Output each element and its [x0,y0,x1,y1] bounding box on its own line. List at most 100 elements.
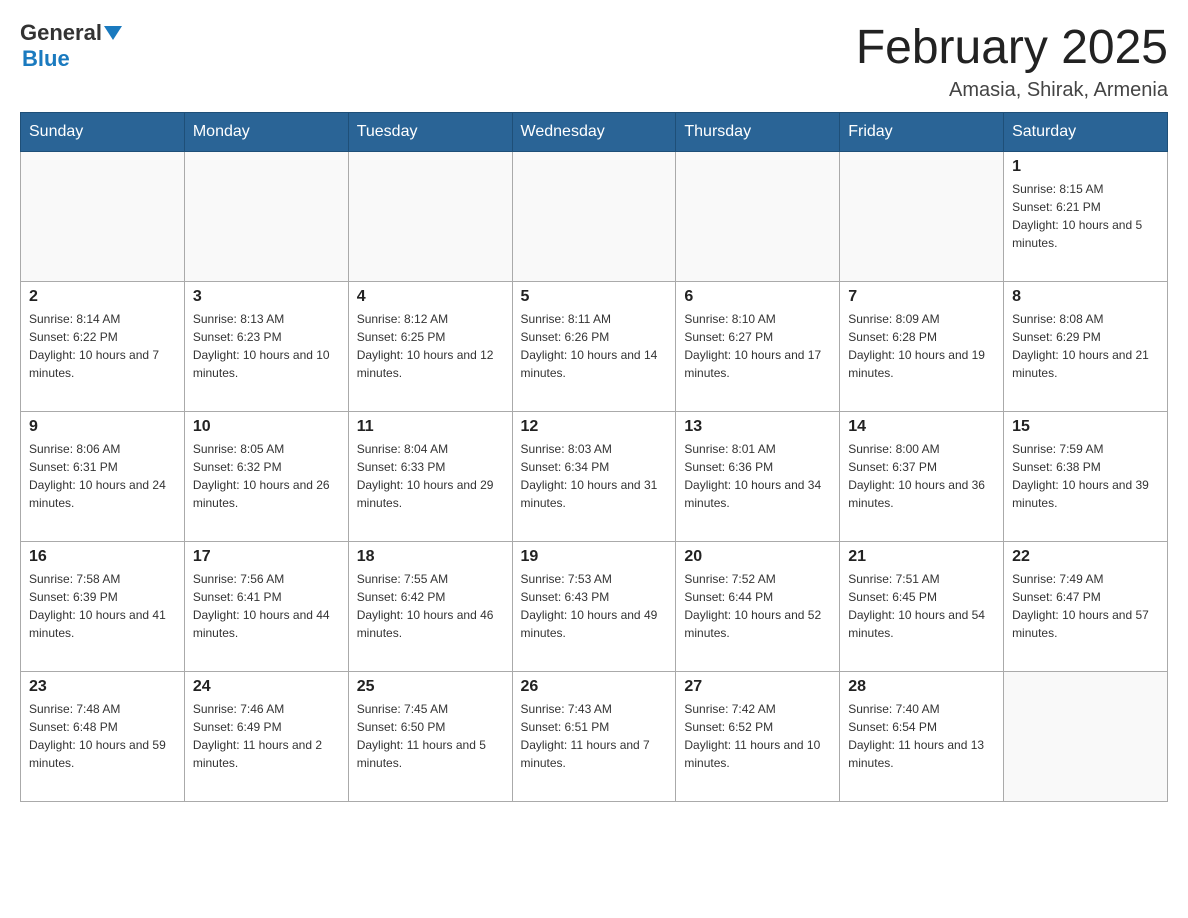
day-info: Sunrise: 8:11 AM Sunset: 6:26 PM Dayligh… [521,310,668,382]
day-number: 18 [357,548,504,566]
calendar-cell: 15 Sunrise: 7:59 AM Sunset: 6:38 PM Dayli… [1004,412,1168,542]
day-number: 8 [1012,288,1159,306]
weekday-header-sunday: Sunday [21,113,185,152]
day-number: 19 [521,548,668,566]
calendar-cell: 13 Sunrise: 8:01 AM Sunset: 6:36 PM Dayli… [676,412,840,542]
calendar-cell [21,152,185,282]
calendar-cell [840,152,1004,282]
day-number: 2 [29,288,176,306]
day-number: 16 [29,548,176,566]
calendar-week-4: 16 Sunrise: 7:58 AM Sunset: 6:39 PM Dayli… [21,542,1168,672]
logo-general-text: General [20,20,102,46]
calendar-week-2: 2 Sunrise: 8:14 AM Sunset: 6:22 PM Daylig… [21,282,1168,412]
day-info: Sunrise: 8:13 AM Sunset: 6:23 PM Dayligh… [193,310,340,382]
day-info: Sunrise: 8:10 AM Sunset: 6:27 PM Dayligh… [684,310,831,382]
logo: General Blue [20,20,122,72]
weekday-header-monday: Monday [184,113,348,152]
day-number: 15 [1012,418,1159,436]
day-number: 21 [848,548,995,566]
calendar-cell [1004,672,1168,802]
day-number: 9 [29,418,176,436]
day-number: 12 [521,418,668,436]
calendar-cell: 22 Sunrise: 7:49 AM Sunset: 6:47 PM Dayli… [1004,542,1168,672]
day-info: Sunrise: 7:40 AM Sunset: 6:54 PM Dayligh… [848,700,995,772]
day-number: 10 [193,418,340,436]
calendar-cell: 17 Sunrise: 7:56 AM Sunset: 6:41 PM Dayli… [184,542,348,672]
day-number: 3 [193,288,340,306]
calendar-cell: 3 Sunrise: 8:13 AM Sunset: 6:23 PM Daylig… [184,282,348,412]
calendar-cell: 11 Sunrise: 8:04 AM Sunset: 6:33 PM Dayli… [348,412,512,542]
calendar-cell: 10Sunrise: 8:05 AM Sunset: 6:32 PM Dayli… [184,412,348,542]
day-number: 13 [684,418,831,436]
day-info: Sunrise: 8:01 AM Sunset: 6:36 PM Dayligh… [684,440,831,512]
weekday-header-tuesday: Tuesday [348,113,512,152]
day-number: 23 [29,678,176,696]
calendar-cell: 25 Sunrise: 7:45 AM Sunset: 6:50 PM Dayli… [348,672,512,802]
weekday-header-friday: Friday [840,113,1004,152]
day-info: Sunrise: 7:59 AM Sunset: 6:38 PM Dayligh… [1012,440,1159,512]
day-number: 26 [521,678,668,696]
day-info: Sunrise: 7:45 AM Sunset: 6:50 PM Dayligh… [357,700,504,772]
day-info: Sunrise: 8:12 AM Sunset: 6:25 PM Dayligh… [357,310,504,382]
calendar-cell: 2 Sunrise: 8:14 AM Sunset: 6:22 PM Daylig… [21,282,185,412]
calendar-cell: 26Sunrise: 7:43 AM Sunset: 6:51 PM Dayli… [512,672,676,802]
weekday-header-wednesday: Wednesday [512,113,676,152]
day-info: Sunrise: 8:14 AM Sunset: 6:22 PM Dayligh… [29,310,176,382]
day-info: Sunrise: 7:42 AM Sunset: 6:52 PM Dayligh… [684,700,831,772]
calendar-cell [348,152,512,282]
calendar-week-1: 1 Sunrise: 8:15 AM Sunset: 6:21 PM Daylig… [21,152,1168,282]
title-section: February 2025 Amasia, Shirak, Armenia [856,20,1168,102]
day-info: Sunrise: 7:49 AM Sunset: 6:47 PM Dayligh… [1012,570,1159,642]
day-info: Sunrise: 7:51 AM Sunset: 6:45 PM Dayligh… [848,570,995,642]
location-text: Amasia, Shirak, Armenia [856,79,1168,102]
day-number: 20 [684,548,831,566]
calendar-cell [676,152,840,282]
logo-triangle-icon [104,26,122,40]
weekday-header-saturday: Saturday [1004,113,1168,152]
calendar-cell: 21 Sunrise: 7:51 AM Sunset: 6:45 PM Dayli… [840,542,1004,672]
month-title: February 2025 [856,20,1168,75]
day-number: 4 [357,288,504,306]
day-info: Sunrise: 7:56 AM Sunset: 6:41 PM Dayligh… [193,570,340,642]
weekday-header-row: SundayMondayTuesdayWednesdayThursdayFrid… [21,113,1168,152]
page-header: General Blue February 2025 Amasia, Shira… [20,20,1168,102]
logo-blue-text: Blue [22,46,70,72]
day-info: Sunrise: 7:48 AM Sunset: 6:48 PM Dayligh… [29,700,176,772]
day-number: 6 [684,288,831,306]
calendar-table: SundayMondayTuesdayWednesdayThursdayFrid… [20,112,1168,802]
day-info: Sunrise: 8:09 AM Sunset: 6:28 PM Dayligh… [848,310,995,382]
calendar-cell: 23 Sunrise: 7:48 AM Sunset: 6:48 PM Dayli… [21,672,185,802]
calendar-cell: 28 Sunrise: 7:40 AM Sunset: 6:54 PM Dayli… [840,672,1004,802]
day-number: 25 [357,678,504,696]
calendar-cell: 4 Sunrise: 8:12 AM Sunset: 6:25 PM Daylig… [348,282,512,412]
calendar-cell: 12 Sunrise: 8:03 AM Sunset: 6:34 PM Dayli… [512,412,676,542]
day-number: 14 [848,418,995,436]
calendar-week-3: 9Sunrise: 8:06 AM Sunset: 6:31 PM Daylig… [21,412,1168,542]
day-info: Sunrise: 7:53 AM Sunset: 6:43 PM Dayligh… [521,570,668,642]
day-info: Sunrise: 7:58 AM Sunset: 6:39 PM Dayligh… [29,570,176,642]
day-number: 7 [848,288,995,306]
day-number: 17 [193,548,340,566]
calendar-cell [512,152,676,282]
calendar-cell: 5 Sunrise: 8:11 AM Sunset: 6:26 PM Daylig… [512,282,676,412]
day-info: Sunrise: 7:55 AM Sunset: 6:42 PM Dayligh… [357,570,504,642]
calendar-cell: 16 Sunrise: 7:58 AM Sunset: 6:39 PM Dayli… [21,542,185,672]
day-number: 22 [1012,548,1159,566]
day-number: 11 [357,418,504,436]
day-info: Sunrise: 7:46 AM Sunset: 6:49 PM Dayligh… [193,700,340,772]
day-number: 5 [521,288,668,306]
day-number: 27 [684,678,831,696]
day-number: 28 [848,678,995,696]
weekday-header-thursday: Thursday [676,113,840,152]
day-info: Sunrise: 8:04 AM Sunset: 6:33 PM Dayligh… [357,440,504,512]
calendar-cell [184,152,348,282]
calendar-cell: 24Sunrise: 7:46 AM Sunset: 6:49 PM Dayli… [184,672,348,802]
day-info: Sunrise: 8:15 AM Sunset: 6:21 PM Dayligh… [1012,180,1159,252]
day-number: 1 [1012,158,1159,176]
calendar-cell: 20 Sunrise: 7:52 AM Sunset: 6:44 PM Dayli… [676,542,840,672]
day-info: Sunrise: 7:52 AM Sunset: 6:44 PM Dayligh… [684,570,831,642]
day-info: Sunrise: 8:08 AM Sunset: 6:29 PM Dayligh… [1012,310,1159,382]
calendar-cell: 14Sunrise: 8:00 AM Sunset: 6:37 PM Dayli… [840,412,1004,542]
calendar-cell: 1 Sunrise: 8:15 AM Sunset: 6:21 PM Daylig… [1004,152,1168,282]
day-info: Sunrise: 8:03 AM Sunset: 6:34 PM Dayligh… [521,440,668,512]
